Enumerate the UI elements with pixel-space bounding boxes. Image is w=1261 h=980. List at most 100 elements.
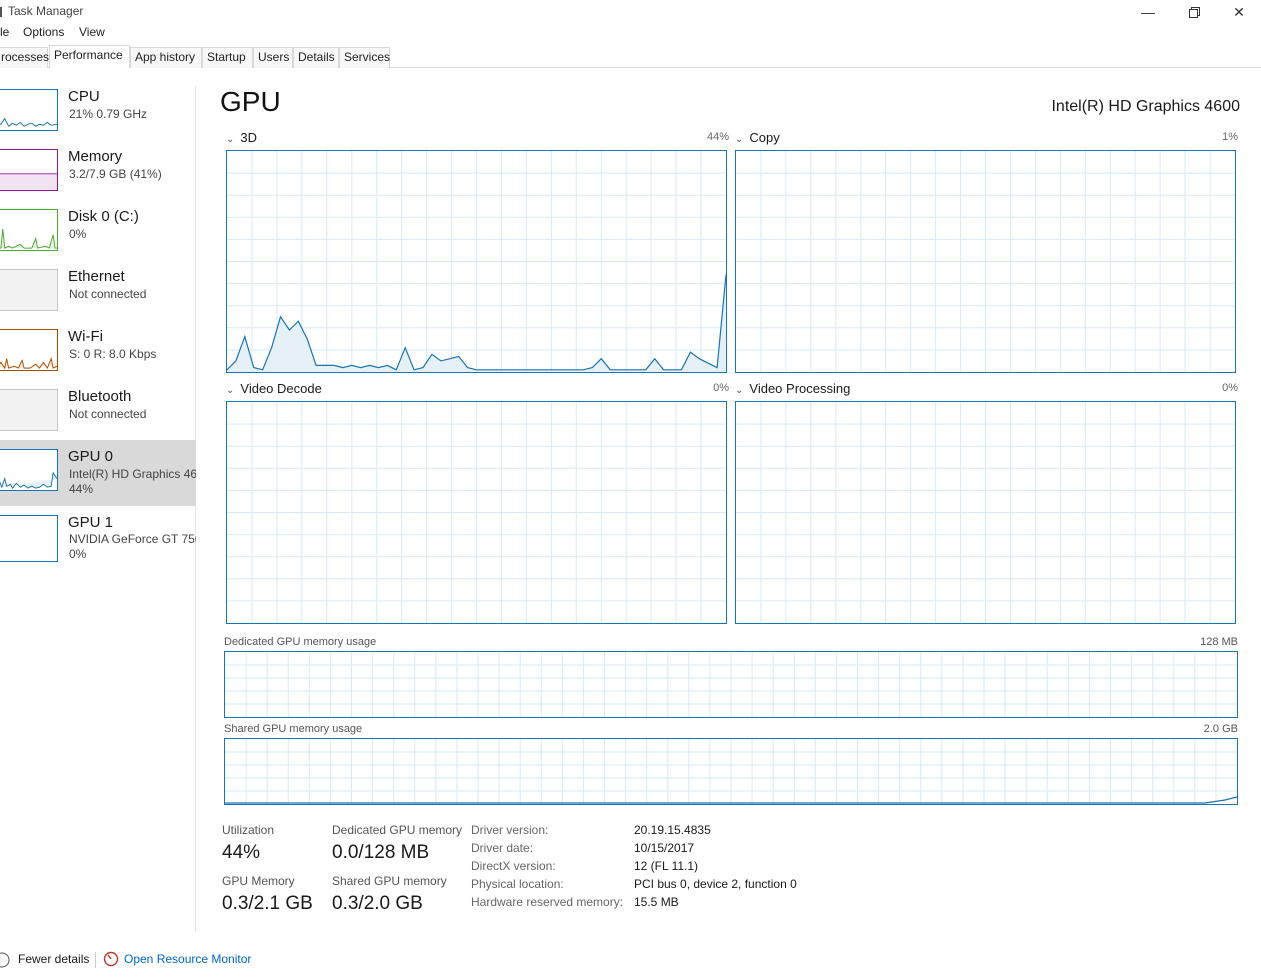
gpu0-usage: 44% — [69, 482, 94, 496]
copy-chart — [736, 151, 1235, 372]
ethernet-label: Ethernet — [68, 268, 125, 285]
physical-location-value: PCI bus 0, device 2, function 0 — [634, 877, 797, 891]
tab-users[interactable]: Users — [253, 47, 293, 68]
chevron-down-icon: ⌄ — [226, 134, 235, 145]
gpu1-label: GPU 1 — [68, 514, 114, 531]
physical-location-key: Physical location: — [471, 877, 564, 891]
ethernet-status: Not connected — [69, 287, 147, 301]
gpu-memory-label: GPU Memory — [222, 874, 295, 888]
memory-thumbnail — [0, 149, 58, 191]
sidebar-item-gpu1[interactable]: GPU 1 NVIDIA GeForce GT 750M 0% — [0, 510, 196, 570]
cpu-label: CPU — [68, 88, 100, 105]
shared-memory-max: 2.0 GB — [1203, 723, 1238, 735]
restore-icon — [1188, 6, 1200, 18]
sidebar-item-memory[interactable]: Memory 3.2/7.9 GB (41%) — [0, 146, 196, 206]
footer-separator — [95, 952, 96, 968]
directx-version-value: 12 (FL 11.1) — [634, 859, 699, 873]
sidebar-item-cpu[interactable]: CPU 21% 0.79 GHz — [0, 86, 196, 146]
gpu0-label: GPU 0 — [68, 448, 114, 465]
engine-copy-percent: 1% — [1222, 131, 1238, 143]
reserved-memory-value: 15.5 MB — [634, 895, 679, 909]
wifi-throughput: S: 0 R: 8.0 Kbps — [69, 347, 157, 361]
engine-video-processing-percent: 0% — [1222, 382, 1238, 394]
sidebar-item-disk[interactable]: Disk 0 (C:) 0% — [0, 206, 196, 266]
window-title: Task Manager — [8, 4, 84, 18]
tab-details[interactable]: Details — [293, 47, 339, 68]
bluetooth-label: Bluetooth — [68, 388, 132, 405]
bluetooth-thumbnail — [0, 389, 58, 431]
utilization-value: 44% — [222, 842, 261, 863]
gpu0-adapter: Intel(R) HD Graphics 4600 — [69, 467, 196, 481]
gpu0-thumbnail — [0, 449, 58, 491]
disk-label: Disk 0 (C:) — [68, 208, 139, 225]
menu-options[interactable]: Options — [23, 25, 64, 39]
dedicated-memory-graph — [224, 651, 1238, 718]
tab-performance[interactable]: Performance — [49, 45, 130, 68]
title-bar: Task Manager — ✕ — [0, 0, 1261, 24]
open-resource-monitor-label: Open Resource Monitor — [124, 952, 252, 966]
chevron-up-circle-icon — [0, 952, 10, 968]
fewer-details-label: Fewer details — [18, 952, 90, 966]
engine-video-processing-name: Video Processing — [749, 381, 851, 396]
page-title: GPU — [220, 86, 281, 117]
dedicated-gpu-memory-value: 0.0/128 MB — [332, 842, 430, 863]
chevron-down-icon: ⌄ — [735, 385, 744, 396]
tab-processes[interactable]: rocesses — [0, 47, 49, 68]
wifi-label: Wi-Fi — [68, 328, 103, 345]
app-icon-edge — [0, 7, 2, 17]
engine-3d-label[interactable]: ⌄ 3D — [226, 130, 257, 145]
tab-startup[interactable]: Startup — [202, 47, 253, 68]
dedicated-memory-label: Dedicated GPU memory usage — [224, 636, 377, 648]
menu-view[interactable]: View — [79, 25, 105, 39]
engine-copy-label[interactable]: ⌄ Copy — [735, 130, 780, 145]
shared-memory-graph — [224, 738, 1238, 805]
engine-video-processing-label[interactable]: ⌄ Video Processing — [735, 381, 850, 396]
dedicated-gpu-memory-label: Dedicated GPU memory — [332, 823, 463, 837]
engine-3d-percent: 44% — [706, 131, 729, 143]
disk-usage: 0% — [69, 227, 87, 241]
sidebar-item-bluetooth[interactable]: Bluetooth Not connected — [0, 386, 196, 446]
driver-version-key: Driver version: — [471, 823, 549, 837]
engine-video-decode-percent: 0% — [713, 382, 729, 394]
sidebar-item-gpu0[interactable]: GPU 0 Intel(R) HD Graphics 4600 44% — [0, 440, 196, 506]
engine-video-decode-graph — [226, 401, 727, 624]
close-icon: ✕ — [1233, 3, 1245, 20]
sidebar-item-ethernet[interactable]: Ethernet Not connected — [0, 266, 196, 326]
shared-gpu-memory-label: Shared GPU memory — [332, 874, 447, 888]
disk-thumbnail — [0, 209, 58, 251]
adapter-name: Intel(R) HD Graphics 4600 — [1051, 98, 1240, 115]
ethernet-thumbnail — [0, 269, 58, 311]
gpu-memory-value: 0.3/2.1 GB — [222, 893, 313, 914]
driver-date-key: Driver date: — [471, 841, 534, 855]
utilization-label: Utilization — [222, 823, 275, 837]
menu-file[interactable]: le — [0, 25, 9, 39]
engine-video-decode-name: Video Decode — [240, 381, 322, 396]
driver-version-value: 20.19.15.4835 — [634, 823, 711, 837]
engine-video-decode-label[interactable]: ⌄ Video Decode — [226, 381, 322, 396]
cpu-usage: 21% 0.79 GHz — [69, 107, 148, 121]
engine-3d-name: 3D — [240, 130, 258, 145]
driver-date-value: 10/15/2017 — [634, 841, 695, 855]
3d-chart — [227, 151, 726, 372]
memory-usage: 3.2/7.9 GB (41%) — [69, 167, 162, 181]
engine-3d-graph — [226, 150, 727, 373]
cpu-thumbnail — [0, 89, 58, 131]
fewer-details-button[interactable]: Fewer details — [0, 950, 90, 970]
shared-memory-label: Shared GPU memory usage — [224, 723, 363, 735]
sidebar-item-wifi[interactable]: Wi-Fi S: 0 R: 8.0 Kbps — [0, 326, 196, 386]
chevron-down-icon: ⌄ — [226, 385, 235, 396]
resource-monitor-icon — [103, 951, 119, 967]
tab-services[interactable]: Services — [339, 47, 390, 68]
chevron-down-icon: ⌄ — [735, 134, 744, 145]
engine-video-processing-graph — [735, 401, 1236, 624]
close-button[interactable]: ✕ — [1216, 0, 1261, 24]
open-resource-monitor-link[interactable]: Open Resource Monitor — [103, 950, 263, 970]
dedicated-memory-max: 128 MB — [1200, 636, 1238, 648]
dedicated-memory-chart — [225, 652, 1237, 717]
gpu1-usage: 0% — [69, 547, 87, 561]
shared-gpu-memory-value: 0.3/2.0 GB — [332, 893, 423, 914]
engine-copy-name: Copy — [749, 130, 780, 145]
tab-app-history[interactable]: App history — [130, 47, 202, 68]
restore-button[interactable] — [1171, 0, 1217, 24]
minimize-button[interactable]: — — [1125, 0, 1171, 24]
